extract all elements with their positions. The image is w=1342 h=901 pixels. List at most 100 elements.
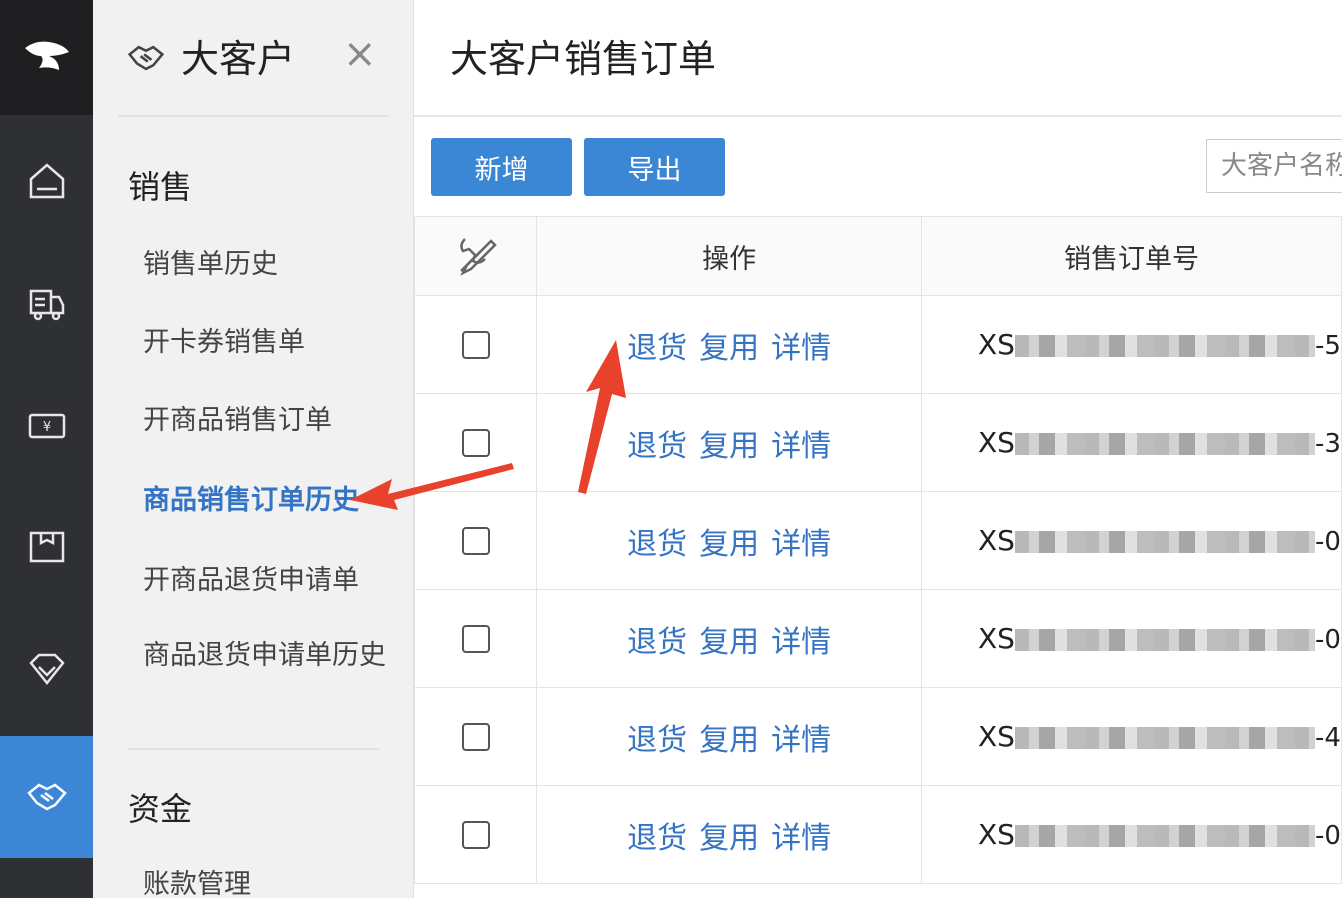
order-suffix: -5	[1314, 331, 1341, 361]
order-number-cell: XS -0	[920, 589, 1342, 688]
rail-key-account[interactable]	[0, 736, 93, 858]
redacted-block	[1014, 335, 1315, 357]
reuse-link[interactable]: 复用	[699, 625, 759, 660]
row-select-cell	[413, 491, 538, 590]
row-actions: 退货 复用 详情	[536, 687, 922, 786]
return-link[interactable]: 退货	[627, 429, 687, 464]
page-title: 大客户销售订单	[450, 37, 717, 81]
row-actions: 退货 复用 详情	[536, 491, 922, 590]
row-actions: 退货 复用 详情	[536, 589, 922, 688]
menu-item-accounts[interactable]: 账款管理	[143, 862, 251, 901]
rail-inventory[interactable]	[0, 486, 93, 608]
reuse-link[interactable]: 复用	[699, 331, 759, 366]
row-actions: 退货 复用 详情	[536, 785, 922, 884]
redacted-block	[1014, 727, 1315, 749]
divider	[414, 115, 1342, 117]
order-number-cell: XS -0	[920, 491, 1342, 590]
svg-text:¥: ¥	[42, 420, 50, 435]
details-link[interactable]: 详情	[771, 331, 831, 366]
table-header-row: 操作 销售订单号	[413, 216, 1342, 296]
details-link[interactable]: 详情	[771, 527, 831, 562]
row-actions: 退货 复用 详情	[536, 393, 922, 492]
table-row: 退货 复用 详情 XS -0	[413, 491, 1342, 590]
table-row: 退货 复用 详情 XS -4	[413, 687, 1342, 786]
reuse-link[interactable]: 复用	[699, 429, 759, 464]
menu-item-new-goods-order[interactable]: 开商品销售订单	[143, 398, 332, 437]
menu-item-sales-history[interactable]: 销售单历史	[143, 242, 278, 281]
return-link[interactable]: 退货	[627, 625, 687, 660]
column-settings-header[interactable]	[413, 216, 538, 296]
table-row: 退货 复用 详情 XS -5	[413, 295, 1342, 394]
rail-home[interactable]	[0, 120, 93, 242]
menu-item-card-sale[interactable]: 开卡券销售单	[143, 320, 305, 359]
table-row: 退货 复用 详情 XS -0	[413, 589, 1342, 688]
order-number-cell: XS -3	[920, 393, 1342, 492]
cash-icon: ¥	[28, 413, 65, 439]
redacted-block	[1014, 531, 1315, 553]
customer-name-search-input[interactable]	[1206, 139, 1342, 193]
row-select-cell	[413, 687, 538, 786]
reuse-link[interactable]: 复用	[699, 821, 759, 856]
details-link[interactable]: 详情	[771, 723, 831, 758]
details-link[interactable]: 详情	[771, 429, 831, 464]
redacted-block	[1014, 629, 1315, 651]
logo-icon	[24, 41, 69, 70]
order-prefix: XS	[977, 818, 1015, 851]
return-link[interactable]: 退货	[627, 821, 687, 856]
row-checkbox[interactable]	[461, 722, 490, 751]
redacted-block	[1014, 825, 1315, 847]
menu-item-goods-order-history[interactable]: 商品销售订单历史	[143, 478, 359, 517]
row-checkbox[interactable]	[461, 428, 490, 457]
row-select-cell	[413, 295, 538, 394]
menu-item-new-return-request[interactable]: 开商品退货申请单	[143, 558, 359, 597]
rail-member[interactable]	[0, 608, 93, 730]
export-button[interactable]: 导出	[584, 138, 725, 196]
reuse-link[interactable]: 复用	[699, 723, 759, 758]
handshake-icon	[26, 783, 67, 811]
wrench-screwdriver-icon	[459, 238, 497, 276]
group-title-funds: 资金	[128, 790, 193, 828]
add-button[interactable]: 新增	[431, 138, 572, 196]
row-select-cell	[413, 393, 538, 492]
order-suffix: -0	[1314, 821, 1341, 851]
order-suffix: -3	[1314, 429, 1341, 459]
row-actions: 退货 复用 详情	[536, 295, 922, 394]
order-number-cell: XS -4	[920, 687, 1342, 786]
divider	[118, 115, 388, 117]
box-icon	[29, 531, 64, 563]
column-header-actions: 操作	[536, 216, 922, 296]
logo	[0, 0, 93, 115]
icon-rail: ¥	[0, 0, 93, 898]
group-title-sales: 销售	[128, 168, 193, 206]
reuse-link[interactable]: 复用	[699, 527, 759, 562]
close-icon[interactable]: ×	[343, 34, 377, 74]
rail-logistics[interactable]	[0, 242, 93, 364]
rail-finance[interactable]: ¥	[0, 364, 93, 486]
details-link[interactable]: 详情	[771, 625, 831, 660]
order-number-cell: XS -5	[920, 295, 1342, 394]
sidebar-header: 大客户 ×	[93, 0, 413, 115]
order-prefix: XS	[977, 328, 1015, 361]
order-suffix: -0	[1314, 625, 1341, 655]
main-content: 大客户销售订单 新增 导出 操作 销售订单号 退货复用详情	[413, 0, 1342, 898]
row-checkbox[interactable]	[461, 526, 490, 555]
row-checkbox[interactable]	[461, 330, 490, 359]
order-suffix: -4	[1314, 723, 1341, 753]
sidebar: 大客户 × 销售 销售单历史 开卡券销售单 开商品销售订单 商品销售订单历史 开…	[93, 0, 414, 901]
menu-item-return-request-history[interactable]: 商品退货申请单历史	[143, 636, 393, 676]
return-link[interactable]: 退货	[627, 723, 687, 758]
details-link[interactable]: 详情	[771, 821, 831, 856]
return-link[interactable]: 退货	[627, 331, 687, 366]
row-checkbox[interactable]	[461, 624, 490, 653]
row-checkbox[interactable]	[461, 820, 490, 849]
table-row: 退货 复用 详情 XS -3	[413, 393, 1342, 492]
row-select-cell	[413, 589, 538, 688]
orders-table: 操作 销售订单号 退货 复用 详情 XS -5 退货 复用 详情 XS -3 退…	[413, 216, 1342, 884]
order-prefix: XS	[977, 622, 1015, 655]
return-link[interactable]: 退货	[627, 527, 687, 562]
handshake-icon	[127, 45, 165, 71]
order-prefix: XS	[977, 524, 1015, 557]
redacted-block	[1014, 433, 1315, 455]
row-select-cell	[413, 785, 538, 884]
table-row: 退货 复用 详情 XS -0	[413, 785, 1342, 884]
